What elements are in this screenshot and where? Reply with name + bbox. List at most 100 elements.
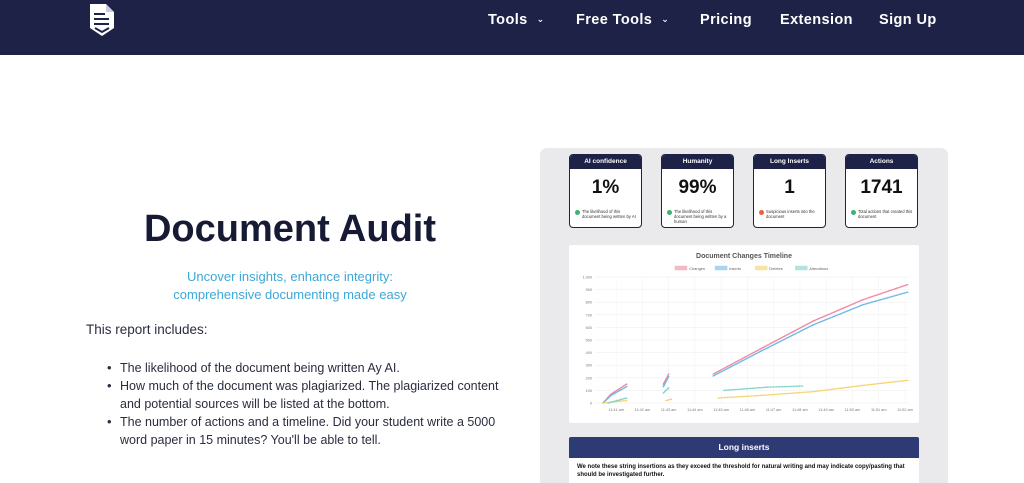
chart-point [806, 391, 808, 393]
chart-point [734, 396, 736, 398]
chart-point [775, 386, 778, 388]
x-tick-label: 11:41 am [608, 408, 624, 412]
chart-point [837, 387, 840, 390]
chart-point [743, 395, 745, 398]
chart-point [759, 394, 762, 397]
list-item: The number of actions and a timeline. Di… [107, 413, 510, 449]
status-dot-icon [851, 210, 856, 215]
changes-timeline-chart-card: Document Changes Timeline Changes Inserts D… [569, 245, 919, 423]
chart-point [795, 392, 798, 394]
chart-point [740, 395, 742, 398]
stat-description: Suspicious inserts into the document [766, 209, 815, 219]
chart-point [795, 385, 798, 387]
chart-point [832, 388, 834, 390]
chart-point [780, 393, 783, 395]
chart-point [774, 386, 776, 388]
chart-point [867, 383, 870, 386]
chart-point [785, 392, 787, 395]
nav-tools[interactable]: Tools ⌄ [488, 0, 545, 40]
chart-point [801, 385, 804, 387]
chart-point [792, 392, 795, 394]
chart-point [744, 388, 746, 390]
chart-point [765, 386, 767, 389]
x-tick-label: 11:51 am [871, 408, 887, 412]
chart-point [763, 386, 766, 389]
chart-point [772, 386, 775, 388]
stat-description: The likelihood of this document being wr… [674, 209, 727, 224]
nav-pricing[interactable]: Pricing [700, 0, 752, 40]
chart-point [780, 385, 782, 388]
chart-point [751, 387, 754, 390]
chevron-down-icon: ⌄ [661, 13, 670, 24]
chart-point [794, 385, 796, 388]
stat-title: Humanity [662, 155, 733, 169]
nav-free-tools[interactable]: Free Tools ⌄ [576, 0, 669, 40]
chart-point [842, 387, 844, 389]
chart-point [749, 395, 751, 397]
chart-point [828, 388, 830, 391]
x-tick-label: 11:45 am [713, 408, 729, 412]
chart-point [768, 394, 771, 396]
stat-description: The likelihood of this document being wr… [582, 209, 636, 219]
chart-point [792, 385, 795, 388]
chart-point [732, 396, 735, 398]
chart-point [862, 384, 864, 387]
chart-point [765, 394, 768, 396]
chart-point [737, 396, 739, 398]
stat-card-humanity: Humanity 99% The likelihood of this docu… [661, 154, 734, 228]
chart-point [750, 395, 753, 397]
chart-point [744, 395, 747, 398]
report-preview-panel: AI confidence 1% The likelihood of this … [540, 148, 948, 483]
chart-point [771, 393, 774, 396]
chart-point [762, 394, 765, 396]
chart-point [773, 393, 775, 396]
chart-point [869, 383, 871, 386]
chart-point [826, 389, 829, 391]
y-tick-label: 100 [586, 389, 592, 393]
chart-point [788, 385, 790, 388]
chart-point [889, 381, 892, 384]
report-features-list: The likelihood of the document being wri… [107, 359, 510, 449]
chart-point [809, 391, 811, 393]
chart-point [863, 384, 866, 386]
x-tick-label: 11:43 am [661, 408, 677, 412]
chart-point [873, 383, 876, 385]
legend-label: Inserts [729, 266, 741, 271]
chart-point [830, 388, 833, 391]
chart-point [856, 385, 859, 387]
chart-point [625, 385, 628, 388]
chart-point [818, 390, 820, 392]
chart-point [906, 291, 909, 293]
chart-point [720, 397, 723, 399]
y-tick-label: 500 [586, 339, 592, 343]
y-tick-label: 600 [586, 326, 592, 330]
chart-point [723, 396, 726, 399]
chart-point [774, 393, 777, 396]
chart-point [731, 396, 733, 398]
x-tick-label: 11:42 am [635, 408, 651, 412]
tagline-line-2: comprehensive documenting made easy [173, 287, 407, 302]
chart-point [757, 387, 760, 389]
chart-point [619, 400, 622, 402]
chart-point [670, 398, 673, 400]
chart-point [738, 388, 740, 391]
nav-tools-label: Tools [488, 12, 528, 28]
document-shield-logo-icon[interactable] [86, 2, 118, 38]
x-tick-label: 11:52 am [897, 408, 913, 412]
legend-label: Alterations [809, 266, 828, 271]
chart-point [801, 391, 804, 394]
chart-point [819, 390, 821, 392]
chart-point [777, 386, 779, 388]
chart-point [803, 391, 805, 394]
chart-point [816, 390, 819, 392]
chart-point [820, 389, 823, 392]
nav-extension[interactable]: Extension [780, 0, 853, 40]
chart-point [813, 390, 816, 393]
chart-point [752, 395, 754, 397]
nav-sign-up[interactable]: Sign Up [879, 0, 937, 40]
chart-point [727, 389, 730, 391]
chart-point [829, 388, 831, 391]
chart-point [839, 387, 841, 389]
chart-point [891, 381, 893, 383]
legend-swatch [714, 265, 728, 271]
